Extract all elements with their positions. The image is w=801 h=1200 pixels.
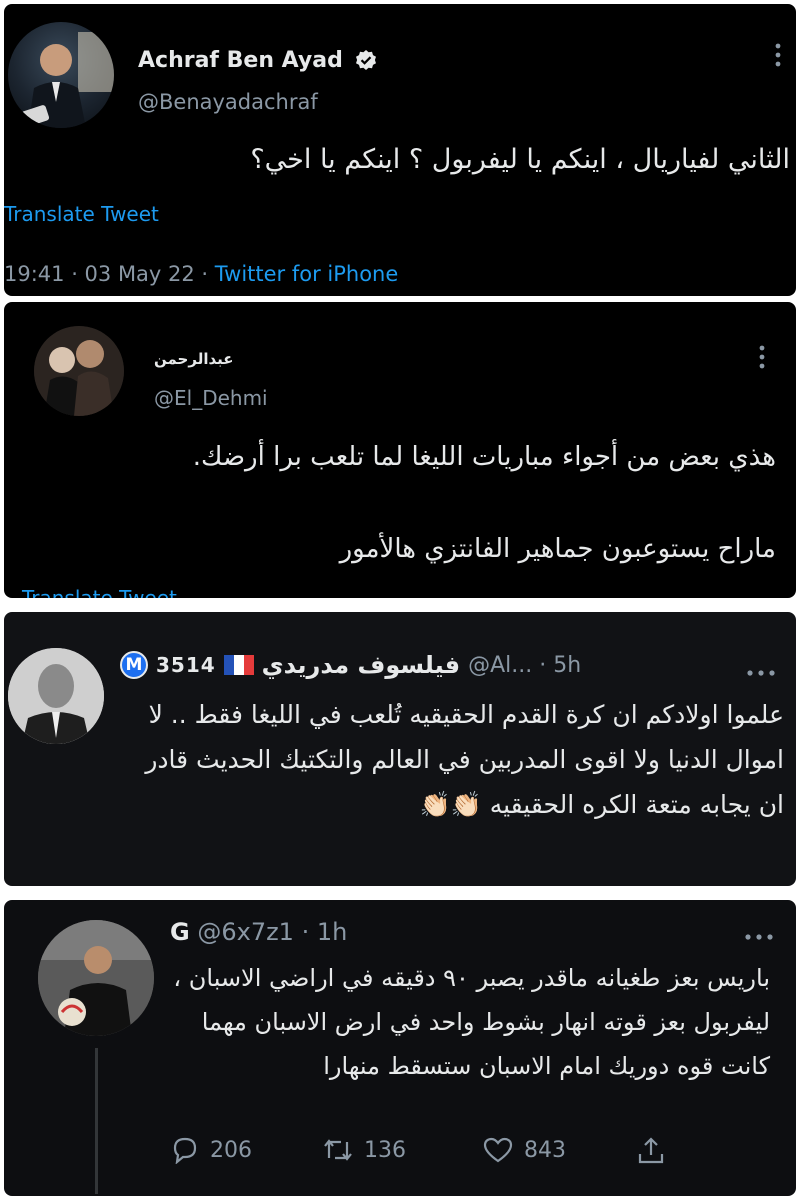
- more-horizontal-icon[interactable]: [744, 926, 774, 945]
- source-link[interactable]: Twitter for iPhone: [215, 262, 399, 286]
- reply-icon: [170, 1136, 200, 1164]
- like-count: 843: [524, 1137, 566, 1163]
- more-vertical-icon[interactable]: [758, 344, 766, 375]
- timestamp[interactable]: 19:41 · 03 May 22 ·: [4, 262, 208, 286]
- number-badge: 3514: [156, 653, 216, 677]
- retweet-icon: [322, 1136, 354, 1164]
- reply-count: 206: [210, 1137, 252, 1163]
- avatar-player-icon: [38, 920, 154, 1036]
- tweet-text: باريس بعز طغيانه ماقدر يصبر ٩٠ دقيقه في …: [173, 964, 770, 1080]
- avatar[interactable]: [34, 326, 124, 416]
- display-name[interactable]: فيلسوف مدريدي: [262, 651, 460, 679]
- handle[interactable]: @Benayadachraf: [138, 90, 318, 114]
- tweet-text-line-2: ماراح يستوعبون جماهير الفانتزي هالأمور: [339, 534, 776, 564]
- avatar[interactable]: [38, 920, 154, 1036]
- display-name[interactable]: Achraf Ben Ayad: [138, 48, 343, 73]
- timestamp-row: 19:41 · 03 May 22 · Twitter for iPhone: [4, 262, 398, 286]
- retweet-button[interactable]: 136: [322, 1136, 406, 1164]
- tweet-card-2: عبدالرحمن @El_Dehmi هذي بعض من أجواء مبا…: [4, 302, 796, 598]
- thread-line: [95, 1048, 98, 1194]
- tweet-card-1: Achraf Ben Ayad @Benayadachraf الثاني لف…: [4, 4, 796, 296]
- display-name[interactable]: G: [170, 918, 190, 946]
- tweet-card-4: G @6x7z1 · 1h باريس بعز طغيانه ماقدر يصب…: [4, 900, 796, 1196]
- handle[interactable]: @El_Dehmi: [154, 386, 268, 410]
- avatar[interactable]: [8, 22, 114, 128]
- translate-tweet-link[interactable]: Translate Tweet: [4, 202, 159, 226]
- handle-and-time[interactable]: @Al... · 5h: [468, 653, 581, 678]
- tweet-text: علموا اولادكم ان كرة القدم الحقيقيه تُلع…: [134, 692, 784, 827]
- header-row: G @6x7z1 · 1h: [170, 918, 347, 946]
- reply-button[interactable]: 206: [170, 1136, 252, 1164]
- avatar-photo-icon: [34, 326, 124, 416]
- tweet-text-line-1: هذي بعض من أجواء مباريات الليغا لما تلعب…: [192, 442, 776, 472]
- tweet-text: الثاني لفياريال ، اينكم يا ليفربول ؟ اين…: [250, 144, 790, 175]
- share-icon: [636, 1136, 666, 1166]
- share-button[interactable]: [636, 1136, 666, 1166]
- avatar-person-icon: [20, 32, 114, 128]
- like-button[interactable]: 843: [482, 1136, 566, 1164]
- avatar[interactable]: [8, 648, 104, 744]
- clap-emoji: 👏🏻👏🏻: [419, 790, 482, 819]
- tweet-card-3: M 3514 فيلسوف مدريدي @Al... · 5h علموا ا…: [4, 612, 796, 886]
- translate-tweet-link[interactable]: Translate Tweet: [22, 586, 177, 598]
- france-flag-icon: [223, 655, 254, 675]
- handle-and-time[interactable]: @6x7z1 · 1h: [197, 918, 347, 946]
- retweet-count: 136: [364, 1137, 406, 1163]
- display-name[interactable]: عبدالرحمن: [154, 350, 234, 368]
- avatar-person-icon: [8, 648, 104, 744]
- header-row: M 3514 فيلسوف مدريدي @Al... · 5h: [120, 650, 581, 680]
- more-horizontal-icon[interactable]: [746, 662, 776, 681]
- m-badge: M: [120, 651, 148, 679]
- more-vertical-icon[interactable]: [774, 42, 782, 73]
- verified-badge-icon: [354, 49, 378, 73]
- heart-icon: [482, 1136, 514, 1164]
